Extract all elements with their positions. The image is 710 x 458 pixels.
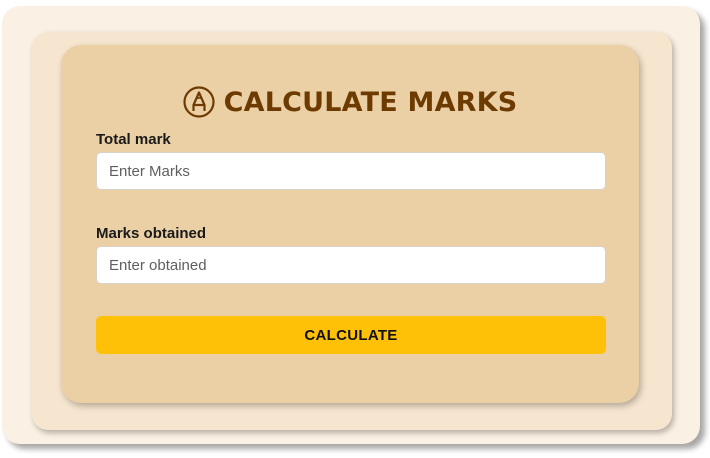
marks-obtained-input[interactable]: [96, 246, 606, 284]
total-mark-input[interactable]: [96, 152, 606, 190]
marks-obtained-label: Marks obtained: [96, 225, 207, 242]
calculator-card: CALCULATE MARKS Total mark Marks obtaine…: [61, 45, 639, 403]
calculate-button[interactable]: CALCULATE: [96, 316, 606, 354]
total-mark-label: Total mark: [96, 131, 171, 148]
pencil-circle-icon: [182, 86, 215, 118]
title-text: CALCULATE MARKS: [223, 86, 518, 118]
page-title: CALCULATE MARKS: [61, 85, 639, 119]
